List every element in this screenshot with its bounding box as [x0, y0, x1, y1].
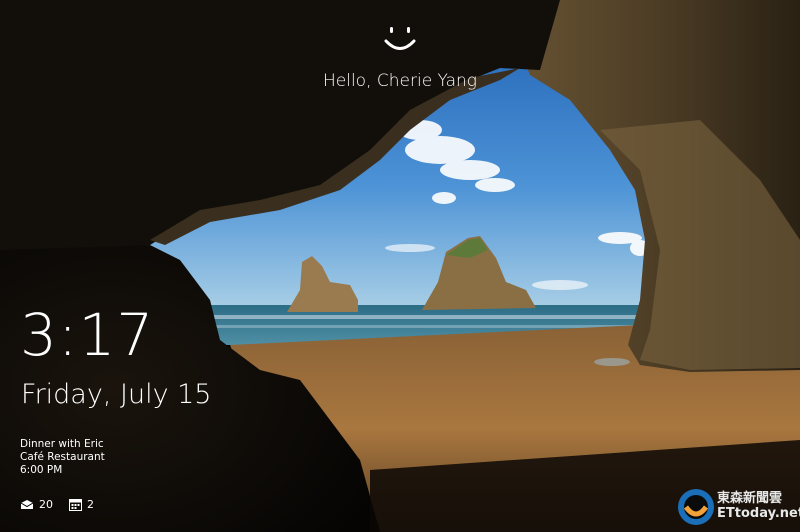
- notification-badges: 20 2: [20, 496, 110, 512]
- calendar-badge: 2: [69, 498, 94, 511]
- mail-icon: [20, 499, 34, 509]
- event-location: Café Restaurant: [20, 451, 105, 463]
- clock-date: Friday, July 15: [21, 379, 212, 410]
- lock-screen[interactable]: Hello, Cherie Yang 3:17 Friday, July 15 …: [0, 0, 800, 532]
- event-title: Dinner with Eric: [20, 438, 104, 450]
- calendar-event: Dinner with Eric Café Restaurant 6:00 PM: [20, 438, 105, 477]
- calendar-count: 2: [87, 497, 94, 511]
- watermark-brand-cn: 東森新聞雲: [717, 491, 783, 506]
- calendar-icon: [69, 498, 82, 511]
- mail-count: 20: [39, 497, 53, 511]
- watermark-text: 東森新聞雲 ETtoday.net: [717, 491, 800, 521]
- smiley-face-icon: [384, 27, 416, 50]
- user-greeting: Hello, Cherie Yang: [322, 71, 477, 91]
- watermark-brand-en: ETtoday.net: [717, 506, 800, 521]
- clock-time: 3:17: [20, 301, 155, 369]
- event-time: 6:00 PM: [20, 464, 63, 476]
- mail-badge: 20: [20, 498, 53, 511]
